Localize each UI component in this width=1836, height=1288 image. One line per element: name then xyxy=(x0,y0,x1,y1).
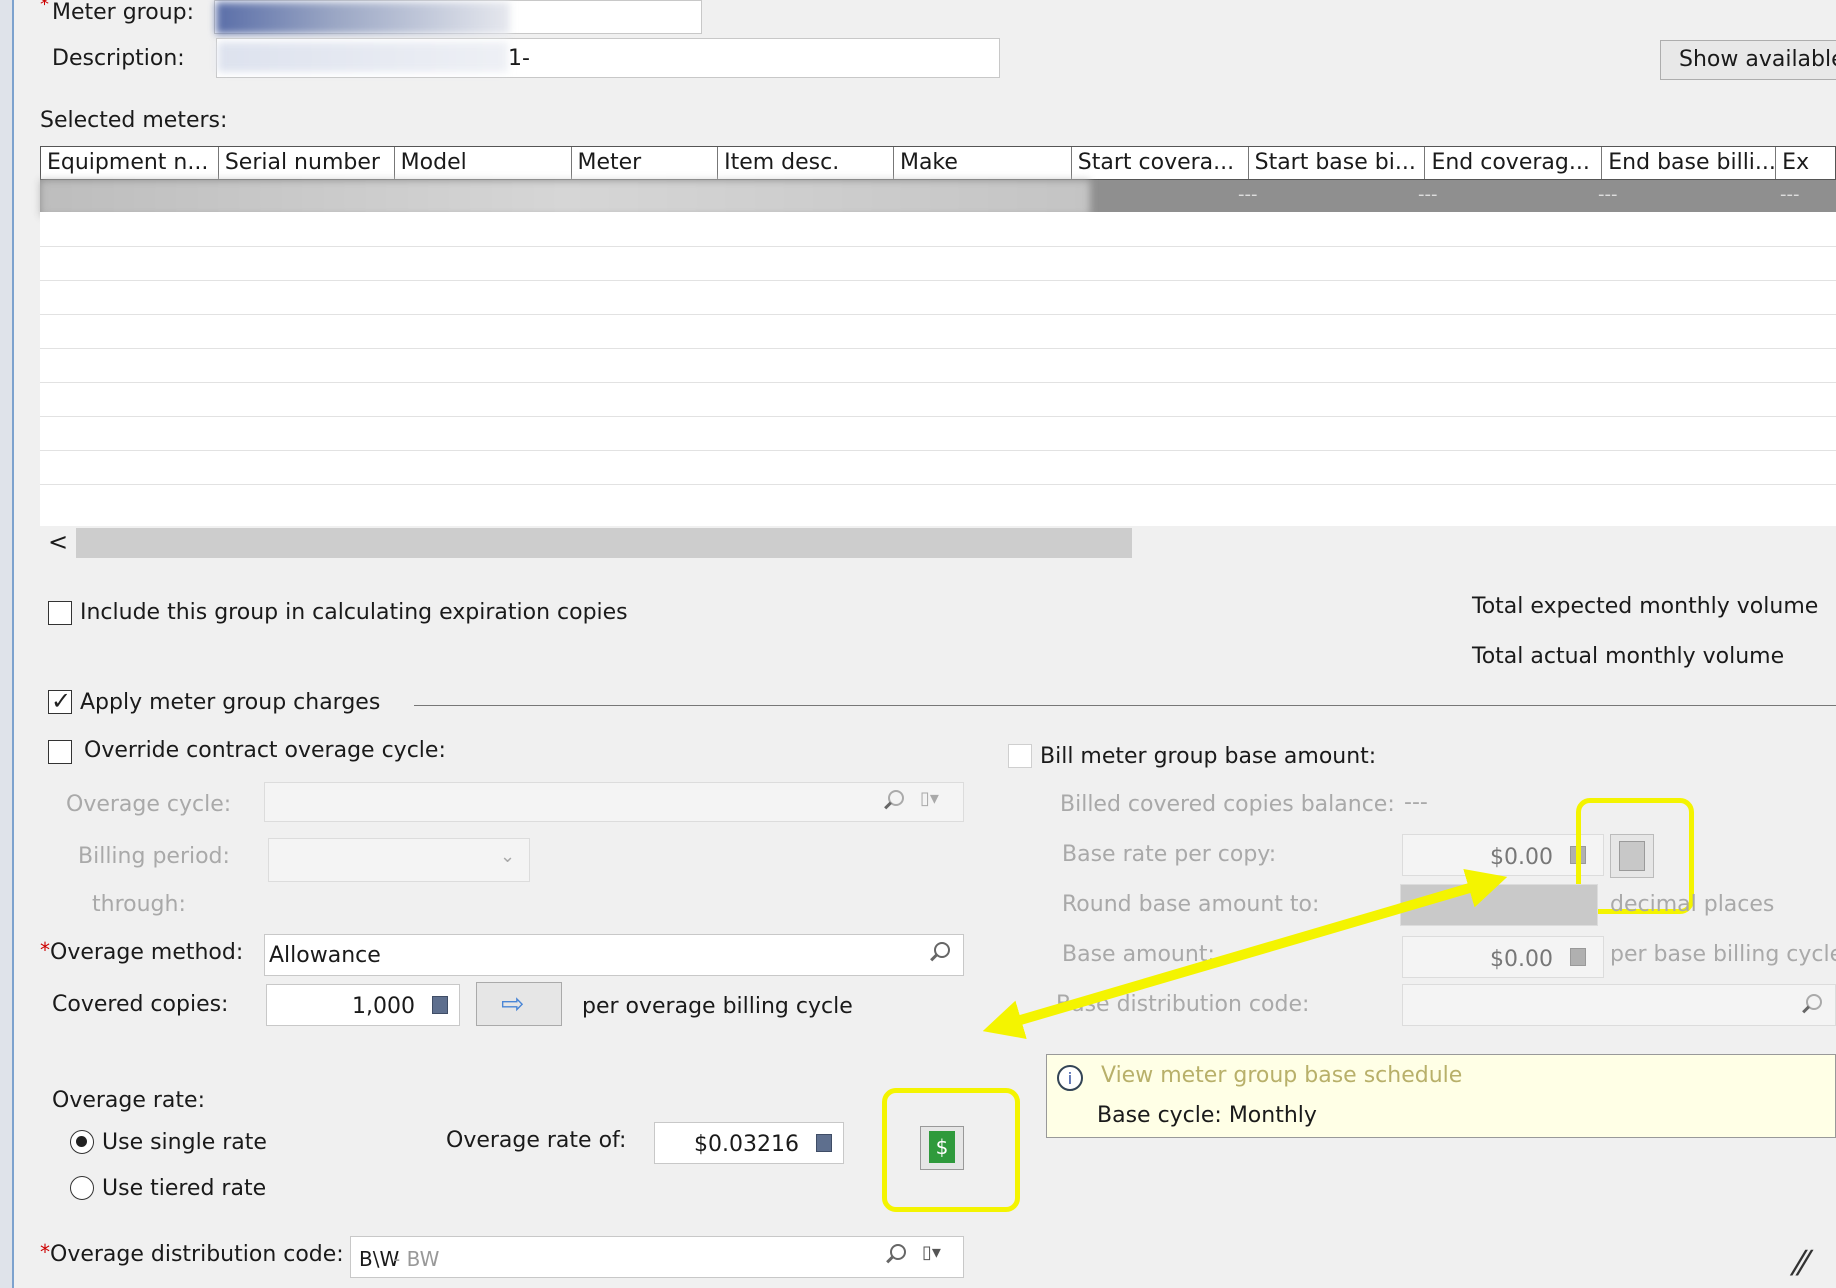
annotation-arrow xyxy=(982,869,1508,1039)
resize-grip-icon[interactable]: ⁄⁄ xyxy=(1796,1244,1807,1284)
arrow-line xyxy=(982,869,1508,1039)
